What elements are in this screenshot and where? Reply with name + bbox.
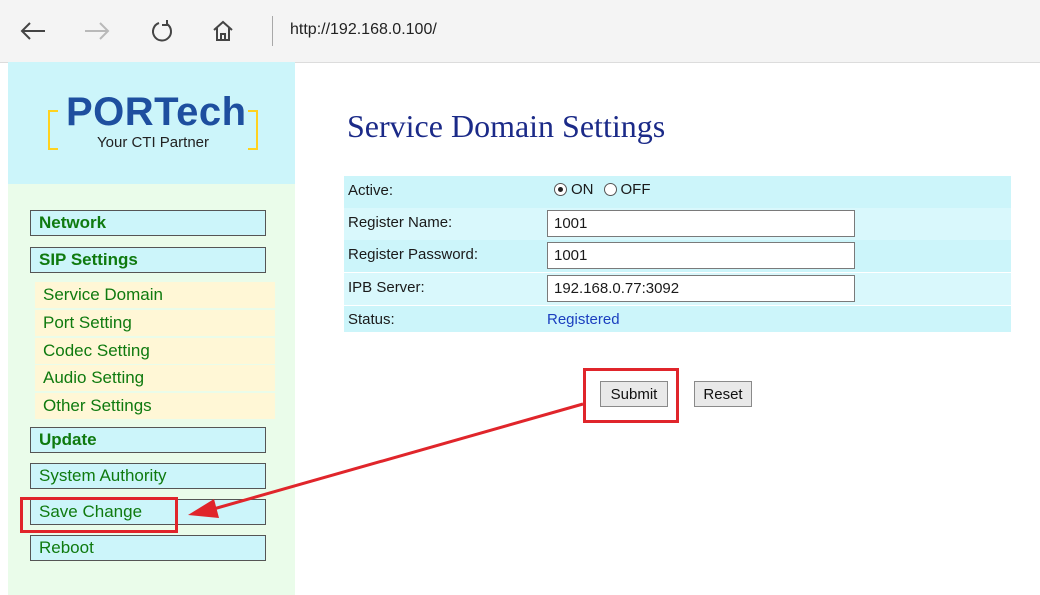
- logo-wordmark: PORTech: [66, 90, 247, 134]
- active-radio-group: ON OFF: [554, 181, 651, 198]
- sidebar-item-port-setting[interactable]: Port Setting: [35, 310, 275, 336]
- active-off-label: OFF: [620, 181, 651, 198]
- register-password-label: Register Password:: [348, 246, 479, 263]
- row-register-name: Register Name: 1001: [344, 208, 1011, 240]
- sidebar-item-update[interactable]: Update: [30, 427, 266, 453]
- forward-arrow-icon[interactable]: [80, 14, 114, 48]
- sidebar-item-service-domain[interactable]: Service Domain: [35, 282, 275, 308]
- ipb-server-input[interactable]: 192.168.0.77:3092: [547, 275, 855, 302]
- browser-toolbar: http://192.168.0.100/: [0, 0, 1040, 63]
- submit-highlight-box: [583, 368, 679, 423]
- active-on-radio[interactable]: [554, 183, 567, 196]
- status-label: Status:: [348, 311, 395, 328]
- row-ipb-server: IPB Server: 192.168.0.77:3092: [344, 273, 1011, 305]
- logo-tagline: Your CTI Partner: [97, 134, 209, 151]
- home-icon[interactable]: [206, 14, 240, 48]
- status-value: Registered: [547, 311, 620, 328]
- register-name-input[interactable]: 1001: [547, 210, 855, 237]
- row-status: Status: Registered: [344, 306, 1011, 332]
- active-on-label: ON: [571, 181, 594, 198]
- active-label: Active:: [348, 182, 394, 199]
- sidebar-item-system-authority[interactable]: System Authority: [30, 463, 266, 489]
- register-password-input[interactable]: 1001: [547, 242, 855, 269]
- logo-panel: PORTech Your CTI Partner: [8, 62, 295, 184]
- logo-bracket-right: [248, 110, 258, 150]
- reset-button[interactable]: Reset: [694, 381, 752, 407]
- refresh-icon[interactable]: [145, 14, 179, 48]
- address-bar[interactable]: http://192.168.0.100/: [290, 21, 437, 39]
- sidebar-item-codec-setting[interactable]: Codec Setting: [35, 338, 275, 364]
- register-name-label: Register Name:: [348, 214, 453, 231]
- page-title: Service Domain Settings: [347, 108, 666, 144]
- sidebar-item-audio-setting[interactable]: Audio Setting: [35, 365, 275, 391]
- sidebar-item-sip-settings[interactable]: SIP Settings: [30, 247, 266, 273]
- back-arrow-icon[interactable]: [16, 14, 50, 48]
- save-change-highlight-box: [20, 497, 178, 533]
- sidebar-item-other-settings[interactable]: Other Settings: [35, 393, 275, 419]
- portech-logo: PORTech Your CTI Partner: [48, 90, 258, 160]
- logo-bracket-left: [48, 110, 58, 150]
- row-active: Active: ON OFF: [344, 176, 1011, 208]
- sidebar-item-reboot[interactable]: Reboot: [30, 535, 266, 561]
- sidebar-item-network[interactable]: Network: [30, 210, 266, 236]
- row-register-password: Register Password: 1001: [344, 240, 1011, 272]
- active-off-radio[interactable]: [603, 183, 617, 196]
- ipb-server-label: IPB Server:: [348, 279, 425, 296]
- toolbar-divider: [272, 16, 273, 46]
